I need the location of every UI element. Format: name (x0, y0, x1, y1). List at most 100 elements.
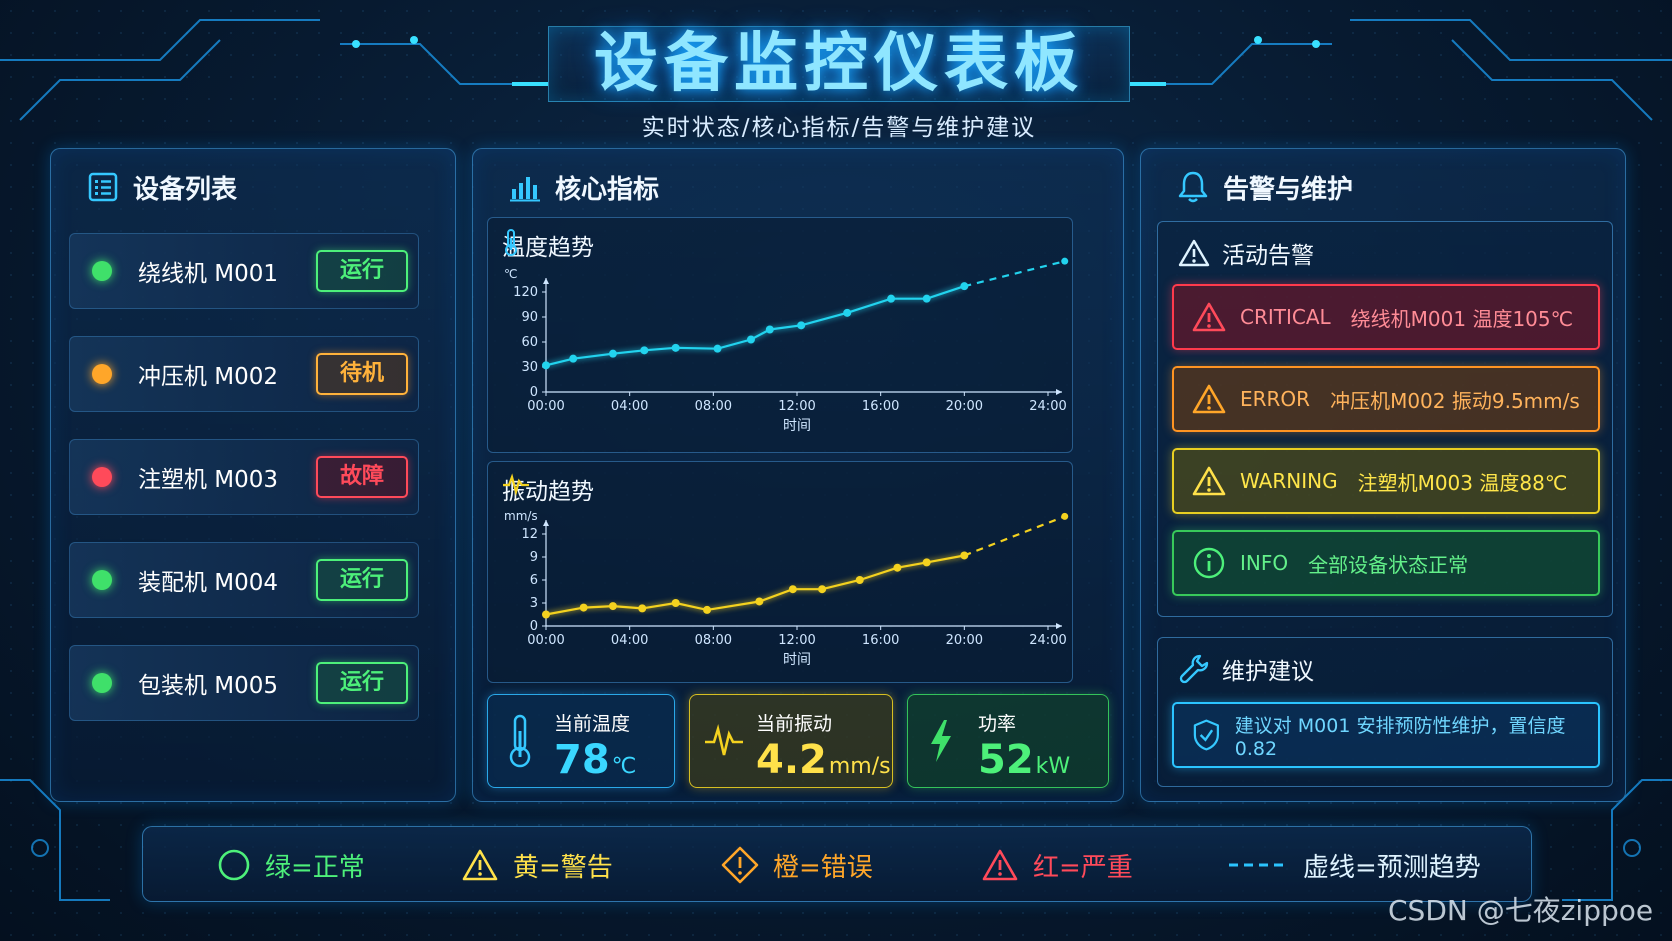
x-axis-arrow (1056, 389, 1062, 395)
alert-info[interactable]: INFO 全部设备状态正常 (1172, 530, 1600, 596)
legend-dashed-label: 虚线=预测趋势 (1303, 852, 1481, 883)
device-name: 包装机 M005 (138, 673, 279, 699)
list-icon (88, 172, 118, 202)
y-tick-label: 12 (521, 527, 538, 542)
vibration-unit: mm/s (828, 754, 891, 779)
data-point (671, 599, 680, 607)
vibration-chart: mm/s 0 3 6 9 12 00:00 04:00 08:00 12:00 16:00 20:00… (487, 461, 1073, 683)
alert-text: 全部设备状态正常 (1308, 552, 1469, 577)
device-list-title: 设备列表 (133, 174, 238, 205)
data-point (703, 605, 712, 614)
data-point (887, 294, 896, 303)
device-item-m004[interactable]: 装配机 M004 运行 (69, 542, 419, 618)
y-tick-label: 90 (521, 310, 538, 325)
legend-orange-label: 橙=错误 (773, 852, 873, 883)
device-item-m002[interactable]: 冲压机 M002 待机 (69, 336, 419, 412)
status-led (92, 467, 112, 487)
forecast-point (1061, 512, 1069, 520)
status-badge: 待机 (316, 353, 408, 395)
alerts-panel-title: 告警与维护 (1223, 174, 1354, 205)
status-badge: 运行 (316, 250, 408, 292)
metric-label: 当前温度 (554, 713, 631, 735)
status-led (92, 364, 112, 384)
x-tick-label: 24:00 (1029, 399, 1066, 414)
x-tick-label: 12:00 (778, 399, 815, 414)
device-name: 装配机 M004 (138, 570, 279, 596)
info-icon (1193, 547, 1225, 579)
alert-level: ERROR (1240, 387, 1311, 411)
data-point (608, 602, 617, 611)
data-point (608, 349, 617, 358)
bell-icon (1178, 171, 1208, 203)
x-tick-label: 00:00 (527, 633, 564, 648)
alert-error[interactable]: ERROR 冲压机M002 振动9.5mm/s (1172, 366, 1600, 432)
maintenance-title: 维护建议 (1222, 659, 1314, 685)
data-point (797, 321, 806, 330)
alert-text: 绕线机M001 温度105℃ (1350, 306, 1574, 331)
status-led (92, 673, 112, 693)
y-tick-label: 0 (530, 619, 538, 634)
pulse-icon (705, 723, 743, 756)
alert-level: INFO (1240, 551, 1289, 575)
power-value: 52 (978, 737, 1034, 783)
y-tick-label: 9 (530, 550, 538, 565)
x-tick-label: 16:00 (862, 633, 899, 648)
legend-red-label: 红=严重 (1033, 852, 1133, 883)
metric-label: 当前振动 (756, 713, 833, 735)
status-badge: 运行 (316, 662, 408, 704)
data-point (579, 603, 588, 612)
x-tick-label: 00:00 (527, 399, 564, 414)
y-tick-label: 120 (513, 285, 538, 300)
device-item-m003[interactable]: 注塑机 M003 故障 (69, 439, 419, 515)
series-line (545, 285, 965, 367)
metric-value: 78℃ (554, 737, 636, 783)
page-subtitle: 实时状态/核心指标/告警与维护建议 (641, 115, 1037, 141)
legend-green: 绿=正常 (217, 845, 365, 885)
x-tick-label: 04:00 (611, 633, 648, 648)
y-axis-arrow (543, 520, 549, 526)
circle-icon (218, 849, 250, 881)
device-item-m001[interactable]: 绕线机 M001 运行 (69, 233, 419, 309)
data-point (893, 563, 902, 572)
metric-label: 功率 (978, 713, 1017, 735)
bar-chart-icon (510, 177, 540, 202)
y-tick-label: 3 (530, 596, 538, 611)
data-point (922, 558, 931, 567)
vibration-chart-header: 振动趋势 (502, 472, 594, 506)
legend-bar: 绿=正常 黄=警告 橙=错误 红=严重 虚线=预测趋势 (142, 826, 1532, 902)
data-point (671, 343, 680, 352)
lightning-icon (931, 720, 951, 762)
device-item-m005[interactable]: 包装机 M005 运行 (69, 645, 419, 721)
warning-diamond-icon (721, 846, 759, 884)
x-tick-label: 24:00 (1029, 633, 1066, 648)
maintenance-advice[interactable]: 建议对 M001 安排预防性维护，置信度 0.82 (1172, 702, 1600, 768)
alert-warning[interactable]: WARNING 注塑机M003 温度88℃ (1172, 448, 1600, 514)
status-badge: 运行 (316, 559, 408, 601)
status-led (92, 570, 112, 590)
temperature-chart: ℃ 0 30 60 90 120 00:00 04:00 08:00 12:00 16:00 20:0… (487, 217, 1073, 453)
status-badge: 故障 (316, 456, 408, 498)
maintenance-box: 维护建议 建议对 M001 安排预防性维护，置信度 0.82 (1157, 637, 1613, 787)
warning-triangle-icon (1192, 302, 1226, 332)
warning-triangle-icon (462, 849, 498, 881)
data-point (638, 604, 647, 613)
x-tick-label: 08:00 (695, 633, 732, 648)
alert-critical[interactable]: CRITICAL 绕线机M001 温度105℃ (1172, 284, 1600, 350)
legend-dashed: 虚线=预测趋势 (1229, 845, 1481, 885)
y-tick-label: 0 (530, 385, 538, 400)
status-led (92, 261, 112, 281)
forecast-line (963, 515, 1066, 557)
pulse-icon (503, 473, 529, 496)
alert-text: 冲压机M002 振动9.5mm/s (1330, 388, 1580, 413)
y-axis-arrow (543, 278, 549, 284)
active-alerts-box: 活动告警 CRITICAL 绕线机M001 温度105℃ ERROR 冲压机M0… (1157, 221, 1613, 617)
shield-check-icon (1193, 719, 1219, 751)
data-point (713, 344, 722, 353)
alerts-panel-header: 告警与维护 (1177, 167, 1353, 207)
legend-green-label: 绿=正常 (265, 852, 365, 883)
temperature-chart-header: 温度趋势 (502, 228, 594, 262)
data-point (922, 294, 931, 303)
alert-level: CRITICAL (1240, 305, 1331, 329)
forecast-line (964, 260, 1065, 288)
current-temperature-card: 当前温度 78℃ (487, 694, 675, 788)
